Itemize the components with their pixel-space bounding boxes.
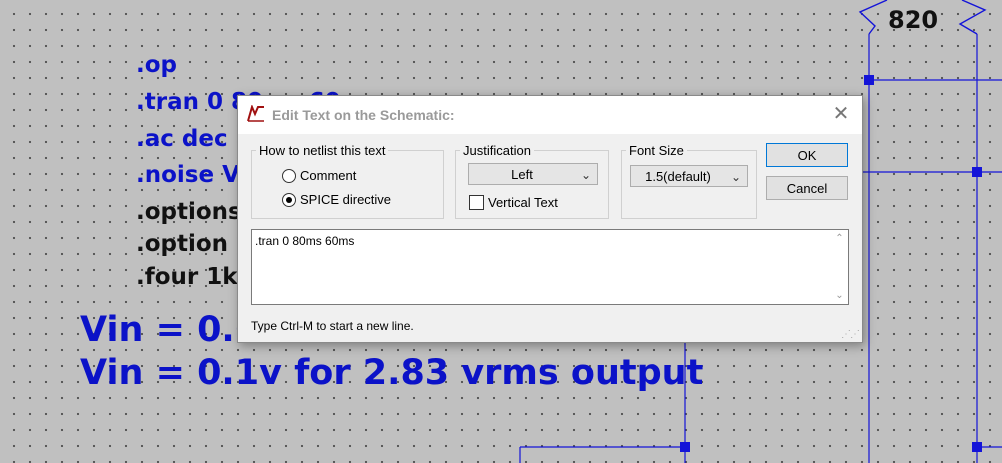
justification-value: Left (511, 167, 533, 182)
wire-junction (864, 75, 874, 85)
radio-spice-directive-label: SPICE directive (300, 192, 392, 207)
radio-spice-directive-button[interactable] (282, 192, 296, 207)
vertical-text-label: Vertical Text (488, 195, 558, 210)
vertical-text-checkbox[interactable]: Vertical Text (469, 195, 558, 210)
close-icon[interactable]: ✕ (830, 103, 852, 125)
directive-four[interactable]: .four 1k (136, 262, 238, 292)
chevron-down-icon: ⌄ (730, 170, 741, 184)
radio-comment-label: Comment (300, 168, 357, 183)
justification-legend: Justification (463, 143, 531, 158)
wire-junction (680, 442, 690, 452)
font-size-value: 1.5(default) (645, 169, 711, 184)
resistor-value[interactable]: 820 (888, 6, 938, 34)
radio-spice-directive[interactable]: SPICE directive (282, 192, 391, 207)
scroll-up-icon[interactable]: ⌃ (831, 230, 848, 247)
ok-button[interactable]: OK (766, 143, 848, 167)
justification-select[interactable]: Left ⌄ (468, 163, 598, 185)
directive-text-value: .tran 0 80ms 60ms (255, 234, 355, 248)
cancel-button[interactable]: Cancel (766, 176, 848, 200)
resistor-symbol (858, 0, 888, 35)
resize-grip-icon[interactable]: ⋰⋰ (841, 330, 860, 340)
directive-noise[interactable]: .noise V (136, 160, 240, 190)
resistor-symbol (958, 0, 987, 35)
directive-option[interactable]: .option (136, 229, 228, 259)
radio-comment-button[interactable] (282, 168, 296, 183)
text-scrollbar[interactable]: ⌃ ⌄ (831, 230, 848, 304)
font-size-legend: Font Size (629, 143, 684, 158)
wire-junction (972, 442, 982, 452)
directive-op[interactable]: .op (136, 50, 177, 80)
vertical-text-box[interactable] (469, 195, 484, 210)
netlist-mode-legend: How to netlist this text (259, 143, 386, 158)
ltspice-logo-icon (246, 104, 266, 126)
note-vin-1[interactable]: Vin = 0.6 (80, 310, 259, 350)
directive-ac[interactable]: .ac dec (136, 124, 228, 154)
newline-hint: Type Ctrl-M to start a new line. (251, 319, 414, 333)
dialog-titlebar[interactable]: Edit Text on the Schematic: ✕ (238, 96, 862, 134)
dialog-title: Edit Text on the Schematic: (272, 107, 455, 123)
directive-text-input[interactable]: .tran 0 80ms 60ms ⌃ ⌄ (251, 229, 849, 305)
note-vin-2[interactable]: Vin = 0.1v for 2.83 vrms output (80, 353, 703, 393)
chevron-down-icon: ⌄ (580, 168, 591, 182)
font-size-select[interactable]: 1.5(default) ⌄ (630, 165, 748, 187)
radio-comment[interactable]: Comment (282, 168, 356, 183)
edit-text-dialog: Edit Text on the Schematic: ✕ How to net… (237, 95, 863, 343)
scroll-down-icon[interactable]: ⌄ (831, 287, 848, 304)
directive-options[interactable]: .options (136, 197, 242, 227)
wire-junction (972, 167, 982, 177)
